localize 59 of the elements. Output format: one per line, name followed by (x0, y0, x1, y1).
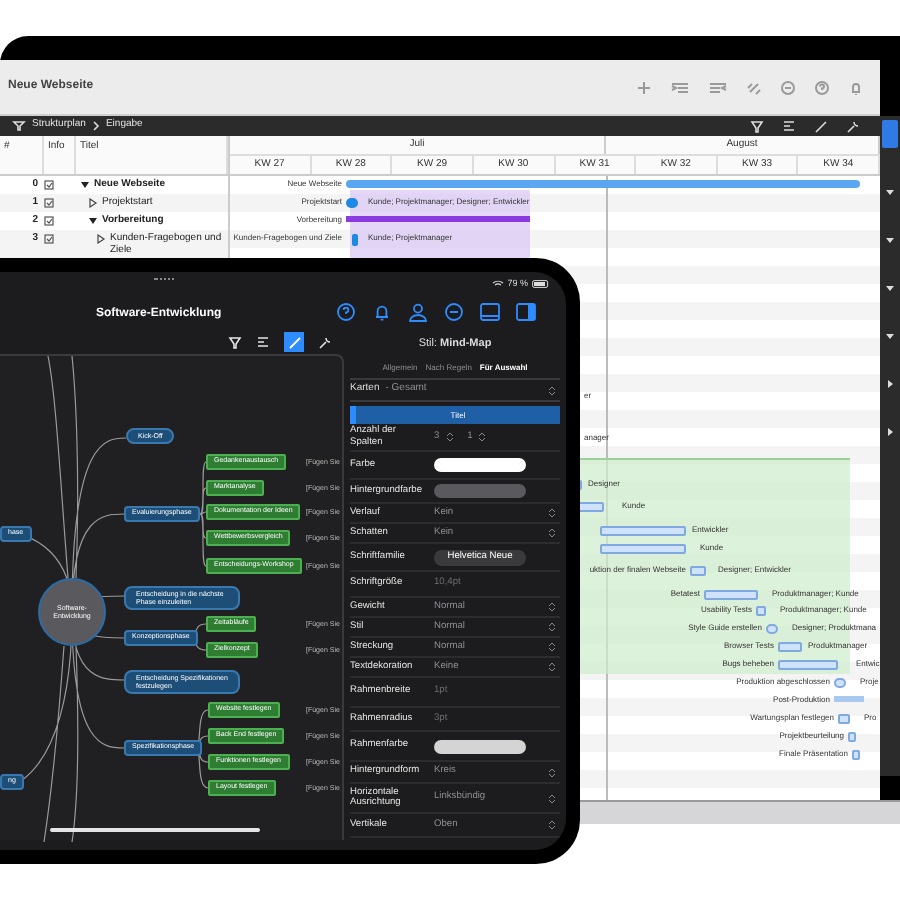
collapsed-icon[interactable] (88, 197, 98, 207)
task-bar (756, 606, 766, 616)
sidebar-icon[interactable] (516, 302, 536, 322)
stepper-icon[interactable] (548, 528, 556, 538)
stepper-icon[interactable] (548, 622, 556, 632)
milestone-marker (834, 678, 846, 688)
task-bar (352, 234, 358, 246)
brush-button[interactable] (284, 332, 304, 352)
task-bar (600, 526, 686, 536)
stepper-icon[interactable] (445, 432, 454, 442)
task-bar (346, 198, 358, 208)
stepper-icon[interactable] (548, 662, 556, 672)
collapsed-icon[interactable] (96, 233, 106, 243)
expanded-icon[interactable] (886, 188, 894, 196)
stepper-icon[interactable] (548, 642, 556, 652)
stepper-icon[interactable] (548, 602, 556, 612)
person-icon[interactable] (408, 302, 428, 322)
expanded-icon[interactable] (886, 236, 894, 244)
minus-circle-icon[interactable] (444, 302, 464, 322)
task-bar (704, 590, 758, 600)
drag-handle[interactable] (154, 278, 174, 281)
stepper-icon (548, 385, 556, 395)
filter-icon[interactable] (750, 119, 764, 133)
help-icon[interactable] (336, 302, 356, 322)
bell-icon[interactable] (372, 302, 392, 322)
task-bar (848, 732, 856, 742)
task-bar (690, 566, 706, 576)
note-icon (44, 215, 54, 225)
list-icon[interactable] (256, 335, 270, 349)
note-icon (44, 197, 54, 207)
task-bar (600, 544, 686, 554)
wrench-icon[interactable] (846, 119, 860, 133)
stepper-icon[interactable] (478, 432, 487, 442)
stepper-icon[interactable] (548, 793, 556, 803)
chevron-icon (91, 120, 100, 132)
collapsed-icon[interactable] (886, 428, 894, 436)
wifi-icon (491, 280, 504, 289)
task-bar (852, 750, 860, 760)
panel-icon[interactable] (480, 302, 500, 322)
stepper-icon[interactable] (548, 508, 556, 518)
stepper-icon[interactable] (548, 820, 556, 830)
summary-bar (834, 696, 864, 702)
expanded-icon[interactable] (886, 284, 894, 292)
color-swatch[interactable] (434, 458, 526, 472)
milestone-marker (766, 624, 778, 634)
task-bar (838, 714, 850, 724)
task-bar (778, 642, 802, 652)
color-swatch[interactable] (434, 484, 526, 498)
note-icon (44, 179, 54, 189)
stepper-icon[interactable] (548, 767, 556, 777)
task-bar (778, 660, 838, 670)
battery-icon (532, 280, 550, 289)
note-icon (44, 233, 54, 243)
list-icon[interactable] (782, 119, 796, 133)
color-swatch[interactable] (434, 739, 526, 753)
expanded-icon[interactable] (886, 332, 894, 340)
wrench-icon[interactable] (318, 335, 332, 349)
collapsed-icon[interactable] (886, 380, 894, 388)
filter-icon[interactable] (228, 335, 242, 349)
